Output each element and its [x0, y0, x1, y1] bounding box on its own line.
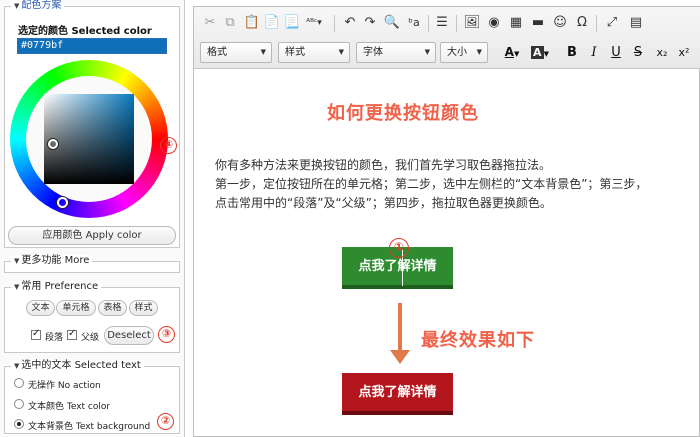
deselect-button[interactable]: Deselect: [104, 326, 154, 345]
parent-checkbox[interactable]: [67, 328, 77, 340]
chevron-down-icon: ▼: [338, 48, 344, 56]
pref-text-button[interactable]: 文本: [26, 300, 55, 316]
instruction-paragraph: 你有多种方法来更换按钮的颜色，我们首先学习取色器拖拉法。 第一步，定位按钮所在的…: [215, 156, 647, 213]
pref-style-button[interactable]: 样式: [129, 300, 158, 316]
step-badge-3: ③: [158, 326, 175, 343]
arrow-down-icon: [390, 350, 410, 364]
flash-icon[interactable]: ◉: [484, 13, 504, 33]
hex-color-input[interactable]: #0779bf: [17, 38, 167, 54]
paste-word-icon[interactable]: 📃: [282, 13, 302, 33]
collapse-icon[interactable]: ▼: [14, 2, 19, 10]
final-effect-caption: 最终效果如下: [421, 330, 535, 351]
radio-no-action-label: 无操作 No action: [28, 381, 101, 391]
step-badge-4: ④: [160, 137, 177, 154]
collapse-icon: ▼: [14, 257, 20, 265]
bg-color-icon[interactable]: A ▼: [526, 42, 554, 63]
subscript-button[interactable]: x₂: [652, 42, 672, 63]
radio-text-color[interactable]: [14, 399, 24, 409]
pref-table-button[interactable]: 表格: [98, 300, 127, 316]
underline-button[interactable]: U: [606, 42, 626, 63]
toolbar-separator: [596, 15, 597, 32]
image-icon[interactable]: 🖼: [462, 13, 482, 33]
copy-icon[interactable]: ⧉: [220, 13, 240, 33]
radio-no-action[interactable]: [14, 378, 24, 388]
step-badge-2: ②: [157, 413, 174, 430]
more-section: ▼ 更多功能 More: [4, 255, 180, 273]
color-panel: ▼ 配色方案 选定的颜色 Selected color #0779bf ④ 应用颜…: [0, 0, 185, 437]
hue-marker[interactable]: [57, 197, 68, 208]
undo-icon[interactable]: ↶: [340, 13, 360, 33]
paragraph-checkbox-label: 段落: [45, 333, 64, 343]
strikethrough-button[interactable]: S: [628, 42, 648, 63]
source-icon[interactable]: ☰: [432, 13, 452, 33]
style-combo[interactable]: 样式 ▼: [278, 42, 350, 63]
collapse-icon[interactable]: ▼: [14, 283, 19, 291]
step-badge-1: ①: [389, 238, 409, 258]
font-combo[interactable]: 字体 ▼: [356, 42, 436, 63]
rich-text-editor: ✂ ⧉ 📋 📄 📃 ᴬᴮᶜ▾ ↶ ↷ 🔍 ᵇa ☰ 🖼 ◉ ▦ ▬ ☺ Ω ⤢ …: [193, 6, 700, 437]
preference-section: ▼ 常用 Preference: [4, 281, 180, 353]
arrow-shaft: [398, 303, 402, 353]
table-icon[interactable]: ▦: [506, 13, 526, 33]
selected-text-legend: ▼ 选中的文本 Selected text: [11, 360, 144, 372]
redo-icon[interactable]: ↷: [360, 13, 380, 33]
smiley-icon[interactable]: ☺: [550, 13, 570, 33]
chevron-down-icon: ▼: [424, 48, 430, 56]
size-combo[interactable]: 大小 ▼: [440, 42, 488, 63]
selected-color-label: 选定的颜色 Selected color: [18, 26, 152, 37]
show-blocks-icon[interactable]: ▤: [626, 13, 646, 33]
radio-text-color-label: 文本颜色 Text color: [28, 402, 111, 412]
special-char-icon[interactable]: Ω: [572, 13, 592, 33]
saturation-marker[interactable]: [48, 139, 58, 149]
editor-toolbar: ✂ ⧉ 📋 📄 📃 ᴬᴮᶜ▾ ↶ ↷ 🔍 ᵇa ☰ 🖼 ◉ ▦ ▬ ☺ Ω ⤢ …: [194, 7, 700, 69]
bold-button[interactable]: B: [562, 42, 582, 63]
pref-cell-button[interactable]: 单元格: [56, 300, 96, 316]
spellcheck-icon[interactable]: ᴬᴮᶜ▾: [304, 13, 324, 33]
instruction-line: 点击常用中的“段落”及“父级”；第四步，拖拉取色器更换颜色。: [215, 196, 552, 210]
paste-icon[interactable]: 📋: [242, 13, 262, 33]
cut-icon[interactable]: ✂: [200, 13, 220, 33]
color-picker-wheel[interactable]: [10, 60, 168, 218]
sample-button-after[interactable]: 点我了解详情: [342, 373, 453, 415]
instruction-line: 第一步，定位按钮所在的单元格；第二步，选中左侧栏的“文本背景色”；第三步，: [215, 177, 648, 191]
editor-content[interactable]: 如何更换按钮颜色 你有多种方法来更换按钮的颜色，我们首先学习取色器拖拉法。 第一…: [194, 70, 700, 437]
app-root: ▼ 配色方案 选定的颜色 Selected color #0779bf ④ 应用颜…: [0, 0, 700, 437]
find-icon[interactable]: 🔍: [382, 13, 402, 33]
horizontal-rule-icon[interactable]: ▬: [528, 13, 548, 33]
radio-text-background[interactable]: [14, 419, 24, 429]
paragraph-checkbox[interactable]: [31, 328, 41, 340]
parent-checkbox-label: 父级: [81, 333, 100, 343]
page-title: 如何更换按钮颜色: [327, 103, 479, 124]
saturation-value-square[interactable]: [44, 94, 134, 184]
chevron-down-icon: ▼: [260, 48, 266, 56]
chevron-down-icon: ▼: [476, 48, 482, 56]
radio-text-background-label: 文本背景色 Text background: [28, 422, 151, 432]
color-scheme-legend: ▼ 配色方案: [11, 0, 65, 12]
collapse-icon[interactable]: ▼: [14, 362, 19, 370]
superscript-button[interactable]: x²: [674, 42, 694, 63]
italic-button[interactable]: I: [584, 42, 604, 63]
preference-legend: ▼ 常用 Preference: [11, 281, 102, 293]
format-combo[interactable]: 格式 ▼: [200, 42, 272, 63]
replace-icon[interactable]: ᵇa: [404, 13, 424, 33]
more-legend[interactable]: ▼ 更多功能 More: [11, 255, 93, 267]
paste-text-icon[interactable]: 📄: [262, 13, 282, 33]
toolbar-separator: [334, 15, 335, 32]
toolbar-separator: [456, 15, 457, 32]
instruction-line: 你有多种方法来更换按钮的颜色，我们首先学习取色器拖拉法。: [215, 158, 552, 172]
apply-color-button[interactable]: 应用颜色 Apply color: [8, 226, 176, 245]
text-color-icon[interactable]: A▼: [498, 42, 526, 63]
maximize-icon[interactable]: ⤢: [602, 13, 622, 33]
toolbar-separator: [428, 15, 429, 32]
